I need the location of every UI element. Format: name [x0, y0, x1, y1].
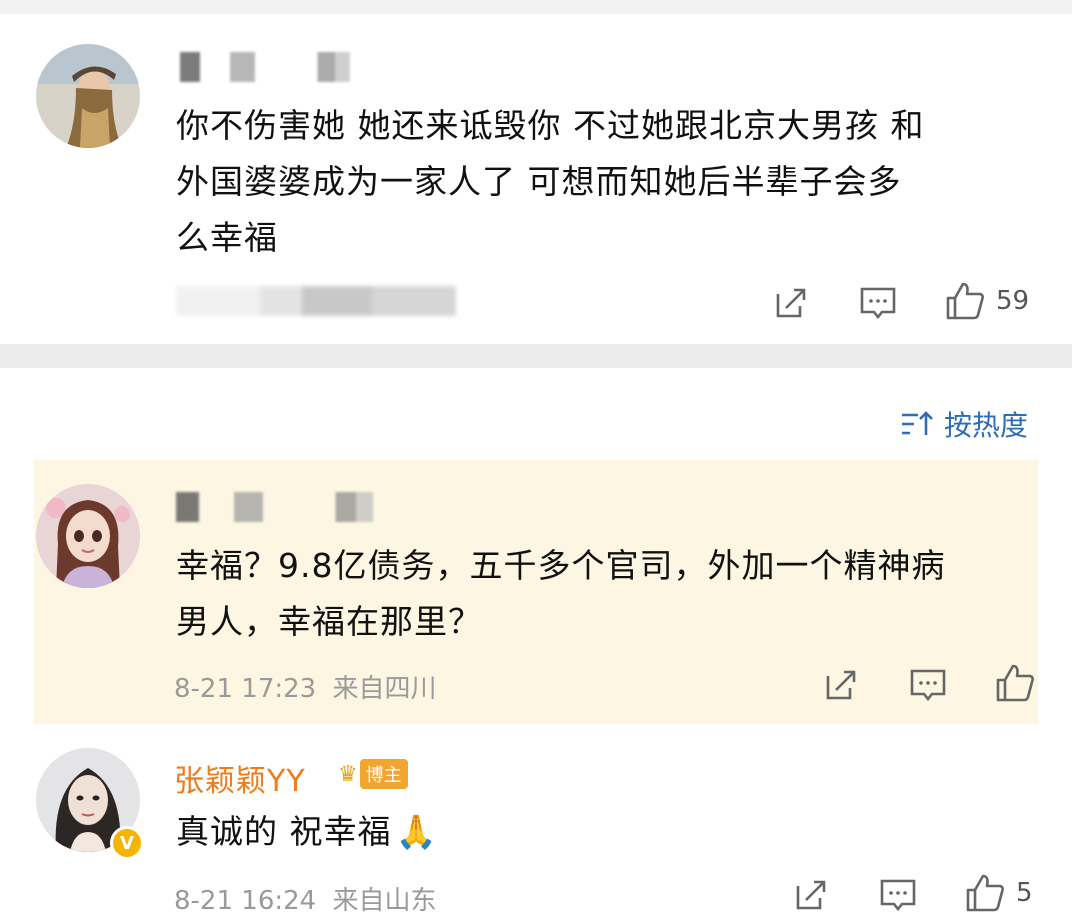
- top-divider: [0, 0, 1072, 14]
- comment-meta: 8-21 16:24 来自山东: [174, 880, 436, 917]
- like-button[interactable]: [994, 662, 1036, 704]
- comment-icon: [910, 669, 946, 702]
- username-blurred[interactable]: [176, 492, 466, 522]
- comment-button[interactable]: [878, 876, 918, 914]
- comment-body: 你不伤害她 她还来诋毁你 不过她跟北京大男孩 和 外国婆婆成为一家人了 可想而知…: [176, 98, 1036, 266]
- location: 来自四川: [332, 674, 437, 704]
- thumb-up-icon: [946, 282, 984, 320]
- verified-icon: V: [110, 826, 144, 860]
- sort-by-hot-button[interactable]: 按热度: [900, 404, 1028, 444]
- timestamp: 8-21 16:24: [174, 886, 317, 916]
- comment-icon: [880, 879, 916, 912]
- comment-meta: 8-21 17:23 来自四川: [174, 668, 436, 705]
- thumb-up-icon: [996, 664, 1034, 702]
- timestamp: 8-21 17:23: [174, 674, 317, 704]
- comment-line: 真诚的 祝幸福: [176, 812, 392, 851]
- avatar[interactable]: [36, 44, 140, 148]
- badge-label: 博主: [359, 759, 408, 789]
- share-button[interactable]: [792, 876, 830, 914]
- avatar[interactable]: [36, 484, 140, 588]
- author-name[interactable]: 张颖颖YY: [174, 756, 306, 800]
- comment-button[interactable]: [908, 666, 948, 704]
- comment-button[interactable]: [858, 284, 898, 322]
- comment-icon: [860, 287, 896, 320]
- share-icon: [776, 288, 806, 318]
- like-count: 5: [1016, 878, 1033, 908]
- like-button[interactable]: 59: [944, 280, 1029, 322]
- comment-body: 幸福？9.8亿债务，五千多个官司，外加一个精神病 男人，幸福在那里？: [176, 538, 1036, 650]
- pray-emoji: 🙏: [395, 812, 438, 851]
- meta-blurred: [176, 286, 456, 316]
- sort-label: 按热度: [944, 409, 1029, 442]
- like-button[interactable]: 5: [964, 872, 1033, 914]
- comment-body: 真诚的 祝幸福 🙏: [176, 804, 438, 860]
- comment-line: 外国婆婆成为一家人了 可想而知她后半辈子会多: [176, 162, 902, 201]
- section-divider: [0, 344, 1072, 368]
- share-button[interactable]: [822, 666, 860, 704]
- comment-line: 么幸福: [176, 218, 278, 257]
- comment-line: 男人，幸福在那里？: [176, 602, 482, 641]
- share-icon: [796, 880, 826, 910]
- like-count: 59: [996, 286, 1030, 316]
- crown-icon: ♛: [338, 761, 358, 787]
- sort-icon: [902, 411, 933, 435]
- username-blurred[interactable]: [180, 52, 430, 82]
- thumb-up-icon: [966, 874, 1004, 912]
- blogger-badge: ♛ 博主: [338, 759, 416, 789]
- share-button[interactable]: [772, 284, 810, 322]
- location: 来自山东: [332, 886, 437, 916]
- share-icon: [826, 670, 856, 700]
- comment-line: 幸福？9.8亿债务，五千多个官司，外加一个精神病: [176, 546, 946, 585]
- comment-line: 你不伤害她 她还来诋毁你 不过她跟北京大男孩 和: [176, 106, 925, 145]
